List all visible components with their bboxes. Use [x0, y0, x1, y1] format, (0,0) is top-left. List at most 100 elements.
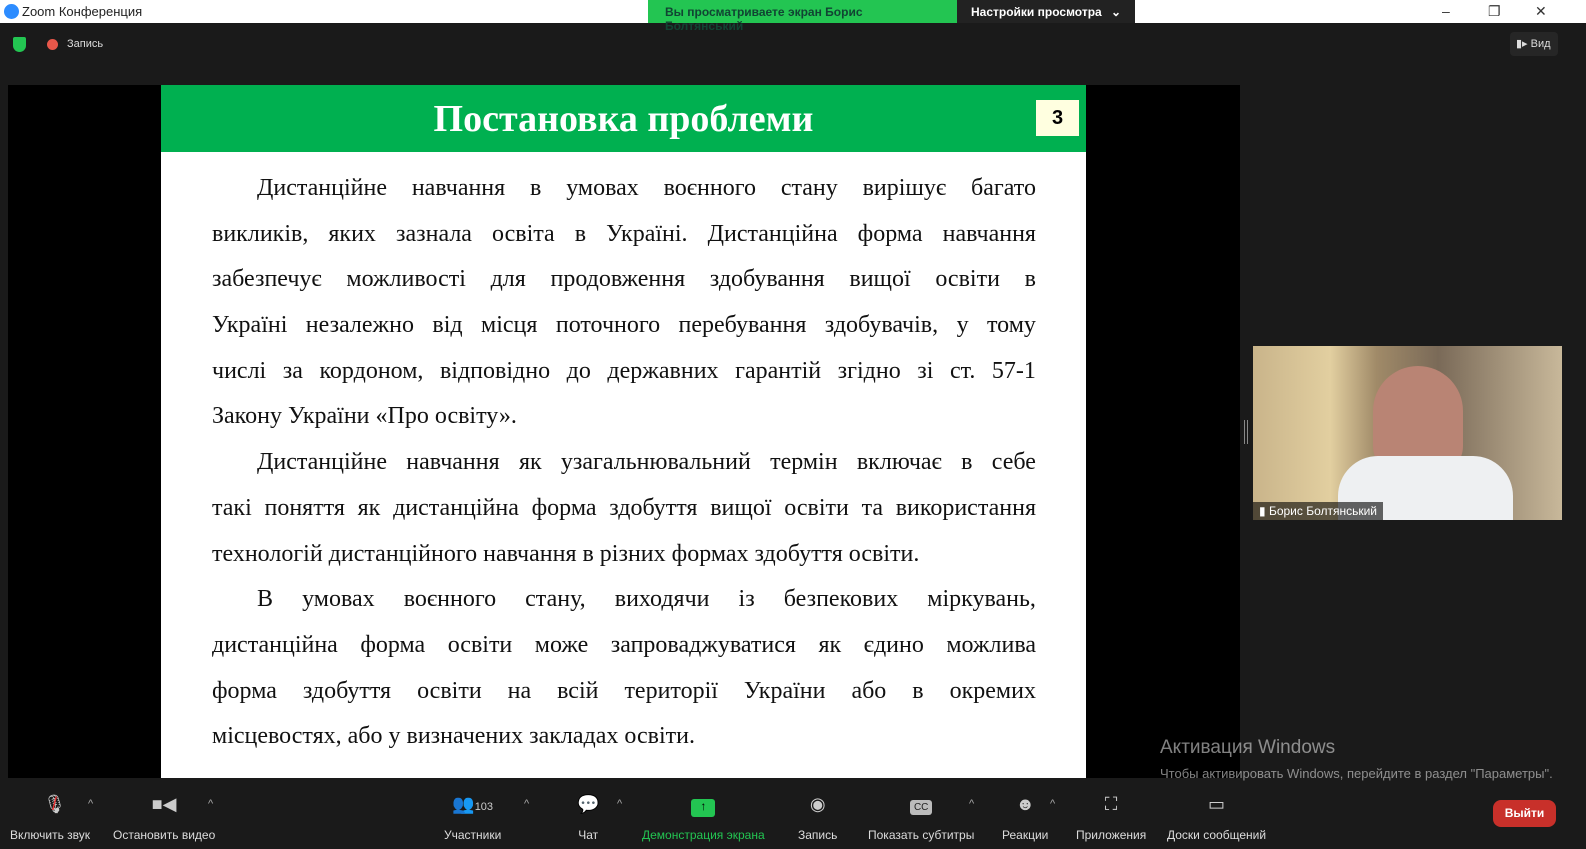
slide-word: зі — [917, 357, 934, 384]
slide-body: Дистанційне навчання в умовах воєнного с… — [212, 175, 1036, 769]
slide-word: згідно — [837, 357, 901, 384]
chat-button[interactable]: 💬 Чат — [577, 794, 599, 842]
apps-label: Приложения — [1076, 828, 1147, 842]
slide-word: поняття — [264, 494, 345, 521]
whiteboard-icon: ▭ — [1208, 794, 1226, 814]
slide-word: як — [818, 631, 842, 658]
slide-word: кордоном, — [319, 357, 424, 384]
slide-word: в — [961, 449, 973, 476]
slide-word: від — [432, 312, 463, 339]
slide-word: забезпечує — [212, 266, 322, 293]
resize-handle[interactable] — [1244, 420, 1248, 444]
watermark-subtitle: Чтобы активировать Windows, перейдите в … — [1160, 766, 1553, 781]
slide-word: форма — [531, 494, 597, 521]
record-button[interactable]: ◉ Запись — [798, 794, 837, 842]
slide: Постановка проблеми 3 Дистанційне навчан… — [161, 85, 1086, 778]
slide-word: Україні — [212, 312, 288, 339]
participants-button[interactable]: 👥103 Участники — [444, 794, 501, 842]
reactions-icon: ☻ — [1015, 794, 1035, 814]
security-shield-icon[interactable] — [13, 37, 26, 52]
slide-word: державних — [607, 357, 719, 384]
captions-caret[interactable]: ^ — [969, 798, 974, 810]
slide-word: в — [1024, 266, 1036, 293]
slide-word: стану, — [525, 586, 586, 613]
stop-video-button[interactable]: ■◀ Остановить видео — [113, 794, 215, 842]
slide-word: навчання — [942, 220, 1036, 247]
maximize-button[interactable]: ❐ — [1488, 3, 1501, 20]
slide-text-line: Україні незалежно від місця поточного пе… — [212, 312, 1036, 358]
unmute-button[interactable]: 🎙/ Включить звук — [10, 794, 90, 842]
participants-caret[interactable]: ^ — [524, 798, 529, 810]
slide-word: числі — [212, 357, 267, 384]
video-tile[interactable]: ▮ Борис Болтянський — [1253, 346, 1562, 520]
slide-number: 3 — [1036, 100, 1079, 136]
slide-word: в — [574, 220, 587, 247]
share-screen-label: Демонстрация экрана — [642, 828, 765, 842]
slide-word: форма — [857, 220, 923, 247]
participant-name-text: Борис Болтянський — [1268, 504, 1378, 518]
slide-word: умовах — [566, 175, 639, 201]
slide-text-line: такі поняття як дистанційна форма здобут… — [212, 495, 1036, 541]
slide-word: багато — [971, 175, 1036, 201]
slide-word: освіти — [784, 494, 849, 521]
slide-word: узагальнювальний — [560, 449, 751, 476]
participants-label: Участники — [444, 828, 502, 842]
minimize-button[interactable]: – — [1442, 3, 1450, 19]
slide-word: за — [282, 357, 303, 384]
slide-word: можлива — [946, 631, 1036, 658]
slide-word: на — [507, 677, 532, 704]
slide-word: освіти — [447, 631, 513, 658]
record-icon: ◉ — [809, 794, 826, 814]
record-label: Запись — [798, 828, 838, 842]
slide-word: навчання — [411, 175, 506, 201]
camera-icon: ■◀ — [151, 794, 177, 814]
leave-button[interactable]: Выйти — [1493, 800, 1556, 827]
meeting-topbar: Запись ▮▸ Вид — [0, 23, 1586, 63]
share-banner: Вы просматриваете экран Борис Болтянськи… — [648, 0, 1135, 33]
apps-button[interactable]: ⛶ Приложения — [1076, 794, 1146, 842]
slide-word: форма — [212, 677, 277, 704]
view-label: Вид — [1530, 38, 1551, 50]
slide-word: вищої — [849, 266, 911, 293]
slide-word: можливості — [346, 266, 466, 293]
participants-icon: 👥103 — [452, 794, 494, 814]
view-settings-label: Настройки просмотра — [971, 5, 1102, 19]
slide-text: Закону України «Про освіту». — [212, 403, 517, 430]
slide-word: такі — [212, 494, 252, 521]
whiteboards-button[interactable]: ▭ Доски сообщений — [1167, 794, 1266, 842]
window-title: Zoom Конференция — [22, 4, 143, 19]
slide-word: як — [357, 494, 381, 521]
slide-header: Постановка проблеми 3 — [161, 85, 1086, 152]
signal-icon: ▮ — [1259, 504, 1269, 518]
slide-word: зазнала — [396, 220, 472, 247]
reactions-button[interactable]: ☻ Реакции — [1002, 794, 1048, 842]
slide-word: міркувань, — [927, 586, 1036, 613]
slide-text-line: числі за кордоном, відповідно до державн… — [212, 358, 1036, 404]
slide-word: воєнного — [663, 175, 756, 201]
unmute-label: Включить звук — [10, 828, 91, 842]
stop-video-label: Остановить видео — [113, 828, 216, 842]
audio-options-caret[interactable]: ^ — [88, 798, 93, 810]
slide-word: здобуття — [609, 494, 698, 521]
close-button[interactable]: ✕ — [1535, 3, 1547, 20]
slide-word: Дистанційне — [257, 449, 387, 476]
view-button[interactable]: ▮▸ Вид — [1510, 32, 1558, 56]
video-options-caret[interactable]: ^ — [208, 798, 213, 810]
slide-word: використання — [895, 494, 1036, 521]
slide-word: запроваджуватися — [610, 631, 796, 658]
chat-caret[interactable]: ^ — [617, 798, 622, 810]
slide-word: до — [566, 357, 591, 384]
slide-text: технологій дистанційного навчання в різн… — [212, 540, 920, 567]
slide-word: здобуття — [302, 677, 392, 704]
slide-text-line: Дистанційне навчання в умовах воєнного с… — [212, 175, 1036, 221]
slide-word: окремих — [949, 677, 1036, 704]
view-settings-dropdown[interactable]: Настройки просмотра ⌄ — [957, 0, 1135, 23]
slide-title: Постановка проблеми — [433, 98, 814, 140]
reactions-caret[interactable]: ^ — [1050, 798, 1055, 810]
captions-label: Показать субтитры — [868, 828, 975, 842]
slide-word: здобувачів, — [824, 312, 939, 339]
share-status: Вы просматриваете экран Борис Болтянськи… — [648, 0, 957, 33]
slide-word: Дистанційна — [707, 220, 838, 247]
share-screen-button[interactable]: ↑ Демонстрация экрана — [642, 794, 765, 842]
captions-button[interactable]: CC Показать субтитры — [868, 794, 974, 842]
